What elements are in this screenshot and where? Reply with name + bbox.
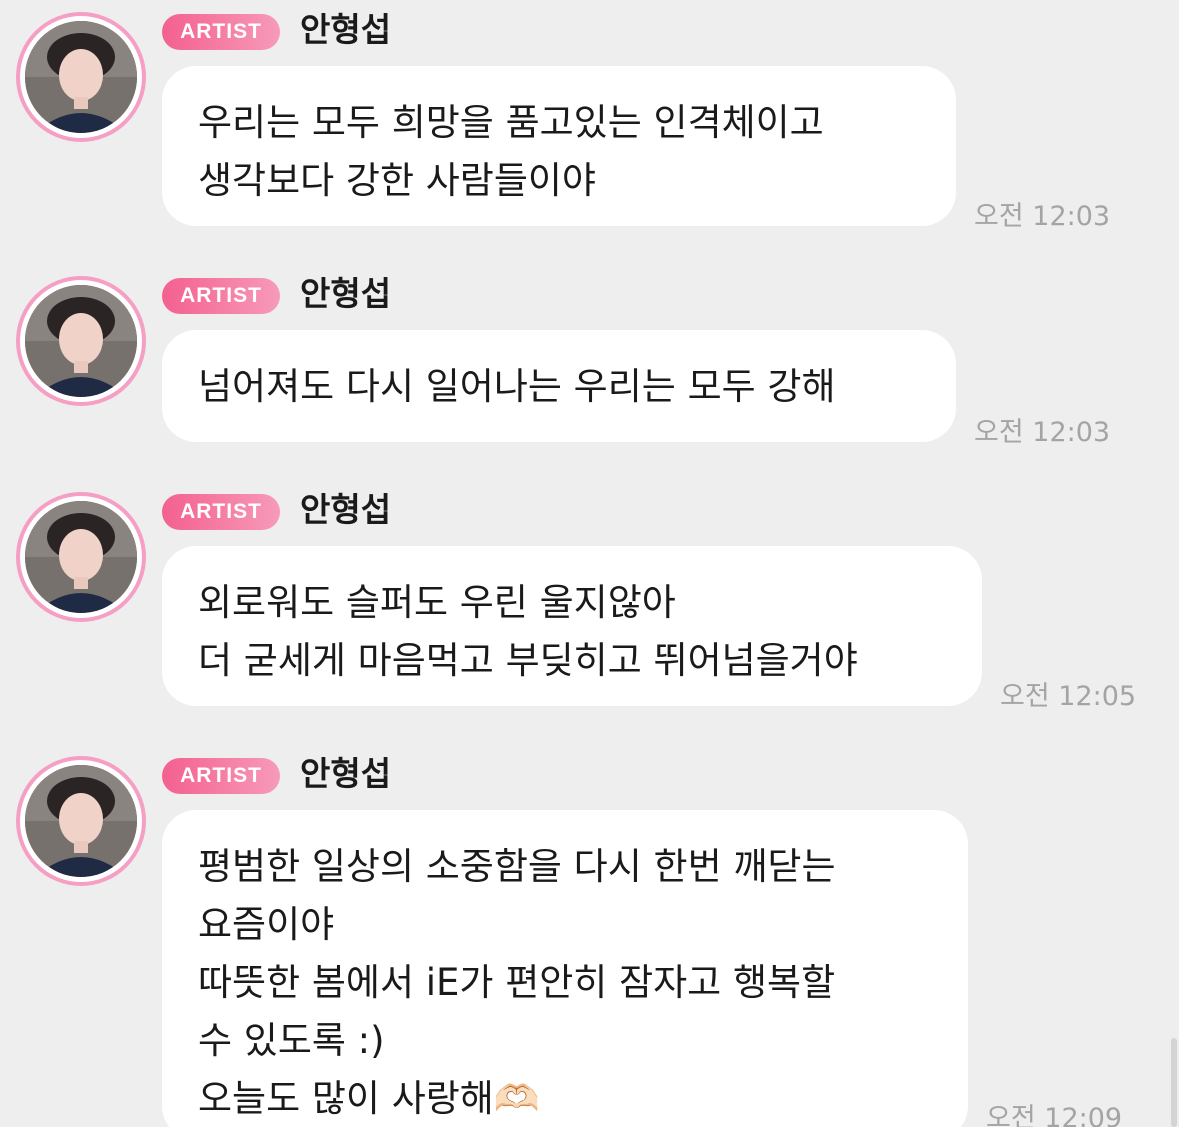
avatar[interactable] [16,492,146,622]
avatar-photo [25,501,137,613]
message-line: 생각보다 강한 사람들이야 [198,159,596,202]
message-line: 우리는 모두 희망을 품고있는 인격체이고 [198,101,824,144]
message-bubble[interactable]: 넘어져도 다시 일어나는 우리는 모두 강해 [162,330,956,442]
sender-name[interactable]: 안형섭 [300,272,391,316]
avatar[interactable] [16,276,146,406]
artist-badge: ARTIST [162,14,280,50]
message-bubble[interactable]: 외로워도 슬퍼도 우린 울지않아 더 굳세게 마음먹고 부딪히고 뛰어넘을거야 [162,546,982,706]
sender-name[interactable]: 안형섭 [300,8,391,52]
chat-message: ARTIST 안형섭 평범한 일상의 소중함을 다시 한번 깨닫는 요즘이야 따… [0,744,1179,1127]
message-line: 오늘도 많이 사랑해🫶🏻 [198,1077,540,1120]
message-line: 넘어져도 다시 일어나는 우리는 모두 강해 [198,365,836,408]
chat-message: ARTIST 안형섭 우리는 모두 희망을 품고있는 인격체이고 생각보다 강한… [0,0,1179,240]
chat-message: ARTIST 안형섭 넘어져도 다시 일어나는 우리는 모두 강해 오전 12:… [0,264,1179,454]
message-line: 수 있도록 :) [198,1019,385,1062]
sender-name[interactable]: 안형섭 [300,488,391,532]
avatar[interactable] [16,756,146,886]
avatar-photo [25,21,137,133]
chat-message: ARTIST 안형섭 외로워도 슬퍼도 우린 울지않아 더 굳세게 마음먹고 부… [0,480,1179,712]
message-line: 따뜻한 봄에서 iE가 편안히 잠자고 행복할 [198,961,836,1004]
artist-badge: ARTIST [162,494,280,530]
message-timestamp: 오전 12:03 [974,417,1111,448]
avatar-photo [25,285,137,397]
chat-window: ARTIST 안형섭 우리는 모두 희망을 품고있는 인격체이고 생각보다 강한… [0,0,1179,1127]
message-line: 평범한 일상의 소중함을 다시 한번 깨닫는 [198,845,836,888]
message-line: 요즘이야 [198,903,335,946]
message-line: 외로워도 슬퍼도 우린 울지않아 [198,581,676,624]
message-timestamp: 오전 12:03 [974,201,1111,232]
avatar-photo [25,765,137,877]
artist-badge: ARTIST [162,758,280,794]
scrollbar[interactable] [1171,1038,1177,1127]
message-bubble[interactable]: 우리는 모두 희망을 품고있는 인격체이고 생각보다 강한 사람들이야 [162,66,956,226]
message-timestamp: 오전 12:05 [1000,681,1137,712]
message-bubble[interactable]: 평범한 일상의 소중함을 다시 한번 깨닫는 요즘이야 따뜻한 봄에서 iE가 … [162,810,968,1127]
message-timestamp: 오전 12:09 [986,1103,1123,1127]
sender-name[interactable]: 안형섭 [300,752,391,796]
avatar[interactable] [16,12,146,142]
artist-badge: ARTIST [162,278,280,314]
message-line: 더 굳세게 마음먹고 부딪히고 뛰어넘을거야 [198,639,858,682]
